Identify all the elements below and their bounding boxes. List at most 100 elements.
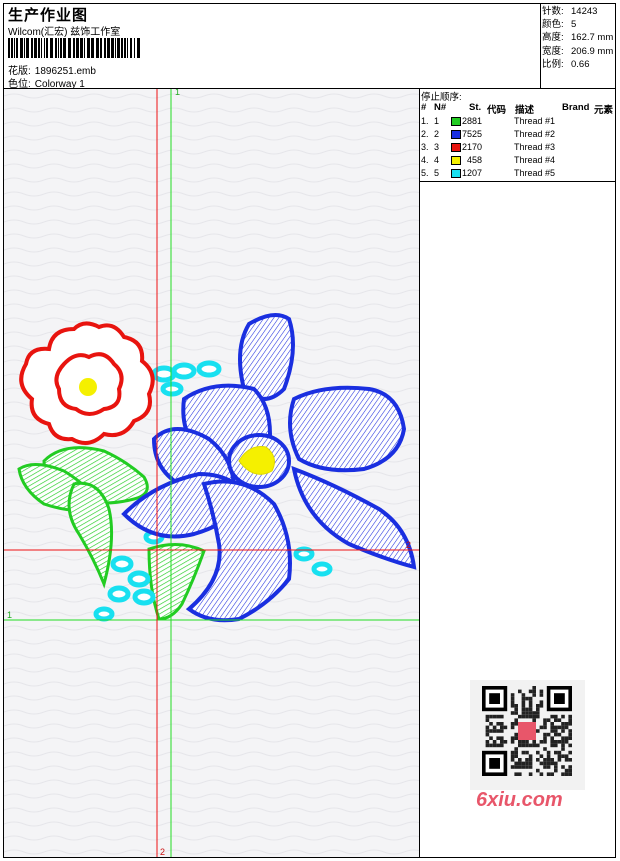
- sequence-bottom-divider: [420, 181, 616, 182]
- barcode-bar: [63, 38, 66, 58]
- qr-module: [496, 714, 500, 719]
- qr-module: [568, 765, 572, 769]
- barcode-bar: [100, 38, 102, 58]
- qr-module: [550, 761, 554, 766]
- barcode-bar: [26, 38, 29, 58]
- col-hash: #: [421, 102, 427, 113]
- qr-module: [564, 725, 569, 730]
- qr-module: [514, 736, 518, 740]
- qr-module: [514, 707, 518, 712]
- qr-module: [561, 743, 565, 748]
- embroidery-preview: [4, 89, 419, 857]
- qr-module: [521, 743, 526, 748]
- qr-module: [485, 714, 490, 719]
- barcode: [8, 38, 140, 58]
- barcode-bar: [76, 38, 79, 58]
- qr-module: [539, 740, 544, 744]
- qr-module: [521, 707, 526, 712]
- col-brand: Brand: [562, 102, 590, 113]
- qr-module: [525, 740, 529, 744]
- qr-module: [489, 743, 493, 748]
- qr-module: [510, 765, 515, 769]
- qr-module: [492, 714, 497, 719]
- stat-colors: 颜色: 5: [542, 19, 577, 31]
- barcode-bar: [107, 38, 110, 58]
- page-title: 生产作业图: [8, 7, 89, 24]
- qr-module: [543, 736, 547, 740]
- stat-scale: 比例: 0.66: [542, 58, 590, 70]
- qr-module: [510, 754, 515, 758]
- qr-module: [546, 754, 551, 758]
- qr-module: [546, 772, 551, 776]
- barcode-bar: [80, 38, 83, 58]
- qr-module: [525, 765, 529, 769]
- row-needle: 5: [434, 168, 440, 178]
- qr-module: [510, 700, 515, 704]
- qr-module: [528, 704, 533, 708]
- barcode-bar: [50, 38, 53, 58]
- qr-module: [543, 732, 547, 737]
- qr-module: [546, 732, 551, 737]
- qr-module: [525, 711, 529, 715]
- qr-module: [521, 750, 526, 755]
- qr-module: [518, 758, 522, 762]
- qr-module: [550, 772, 554, 776]
- qr-module: [510, 758, 515, 762]
- qr-module: [500, 743, 504, 748]
- qr-module: [521, 704, 526, 708]
- qr-module: [485, 729, 490, 733]
- barcode-bar: [34, 38, 37, 58]
- qr-module: [496, 729, 500, 733]
- qr-module: [500, 714, 504, 719]
- qr-module: [514, 761, 518, 766]
- qr-module: [518, 761, 522, 766]
- color-swatch: [451, 143, 461, 152]
- qr-finder: [554, 693, 565, 704]
- qr-module: [514, 718, 518, 722]
- qr-module: [543, 722, 547, 726]
- qr-module: [568, 722, 572, 726]
- qr-module: [528, 743, 533, 748]
- qr-module: [539, 689, 544, 694]
- qr-module: [521, 693, 526, 697]
- qr-module: [550, 758, 554, 762]
- colorway-row: 色位: Colorway 1: [8, 75, 85, 90]
- qr-module: [564, 772, 569, 776]
- qr-module: [503, 740, 508, 744]
- qr-module: [536, 758, 540, 762]
- qr-module: [510, 696, 515, 701]
- qr-module: [510, 750, 515, 755]
- qr-module: [525, 758, 529, 762]
- color-swatch: [451, 156, 461, 165]
- qr-module: [568, 772, 572, 776]
- qr-module: [561, 747, 565, 751]
- qr-module: [539, 725, 544, 730]
- sequence-title: 停止顺序:: [421, 92, 462, 103]
- qr-module: [568, 736, 572, 740]
- qr-module: [564, 740, 569, 744]
- barcode-bar: [41, 38, 42, 58]
- qr-module: [539, 704, 544, 708]
- qr-module: [514, 711, 518, 715]
- row-stitches: 1207: [462, 168, 483, 178]
- barcode-bar: [60, 38, 62, 58]
- qr-module: [568, 729, 572, 733]
- col-desc: 描述: [515, 105, 535, 116]
- qr-module: [500, 722, 504, 726]
- qr-module: [525, 750, 529, 755]
- row-needle: 3: [434, 142, 440, 152]
- qr-module: [550, 743, 554, 748]
- guide-label-right: 2: [406, 540, 412, 550]
- qr-module: [543, 740, 547, 744]
- qr-module: [539, 761, 544, 766]
- qr-module: [518, 689, 522, 694]
- qr-finder: [489, 693, 500, 704]
- barcode-bar: [55, 38, 57, 58]
- qr-module: [489, 714, 493, 719]
- qr-module: [554, 725, 558, 730]
- qr-module: [564, 758, 569, 762]
- qr-module: [532, 740, 536, 744]
- qr-module: [514, 754, 518, 758]
- qr-module: [568, 718, 572, 722]
- qr-module: [554, 750, 558, 755]
